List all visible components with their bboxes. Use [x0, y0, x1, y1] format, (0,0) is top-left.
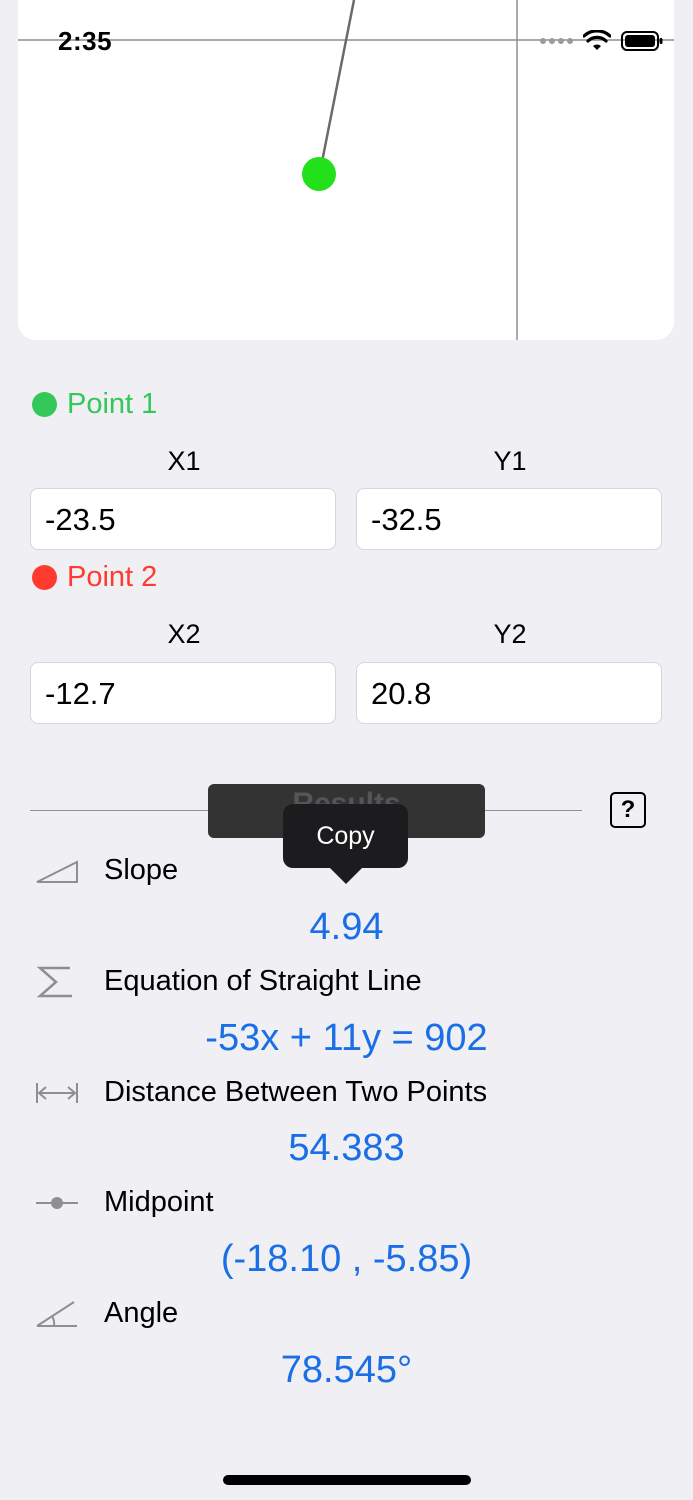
midpoint-icon — [36, 1197, 78, 1209]
midpoint-label: Midpoint — [104, 1186, 214, 1218]
equation-value[interactable]: -53x + 11y = 902 — [0, 1017, 693, 1060]
status-time: 2:35 — [58, 26, 113, 56]
angle-value[interactable]: 78.545° — [0, 1349, 693, 1392]
graph-point-1[interactable] — [302, 157, 336, 191]
distance-label: Distance Between Two Points — [104, 1076, 488, 1108]
equation-label: Equation of Straight Line — [104, 965, 422, 997]
distance-icon — [36, 1083, 78, 1103]
angle-icon — [36, 1301, 77, 1327]
wifi-icon — [583, 30, 611, 50]
midpoint-value[interactable]: (-18.10 , -5.85) — [0, 1238, 693, 1281]
copy-tooltip[interactable]: Copy — [283, 804, 408, 884]
slope-label: Slope — [104, 854, 179, 886]
point1-header: Point 1 — [32, 388, 157, 421]
x1-label: X1 — [167, 446, 201, 476]
y1-input[interactable]: -32.5 — [356, 488, 662, 550]
help-button[interactable]: ? — [610, 792, 646, 828]
sigma-icon — [36, 966, 72, 998]
x1-input[interactable]: -23.5 — [30, 488, 336, 550]
connecting-line — [318, 0, 356, 173]
point1-dot-icon — [32, 392, 57, 417]
x2-label: X2 — [167, 619, 201, 649]
y2-label: Y2 — [493, 619, 527, 649]
x2-input[interactable]: -12.7 — [30, 662, 336, 724]
distance-value[interactable]: 54.383 — [0, 1127, 693, 1170]
app-screen: 2:35 Point 1 X1 Y1 -23.5 -32.5 Point 2 X… — [0, 0, 693, 1500]
home-indicator[interactable] — [223, 1475, 471, 1485]
status-icons — [540, 30, 663, 52]
angle-label: Angle — [104, 1297, 179, 1329]
results-divider-right — [484, 810, 582, 811]
results-divider-left — [30, 810, 210, 811]
battery-icon — [621, 31, 663, 51]
y2-input[interactable]: 20.8 — [356, 662, 662, 724]
cellular-signal-icon — [540, 38, 573, 44]
point1-title: Point 1 — [67, 388, 158, 420]
point2-dot-icon — [32, 565, 57, 590]
slope-value[interactable]: 4.94 — [0, 906, 693, 949]
y1-label: Y1 — [493, 446, 527, 476]
point2-header: Point 2 — [32, 561, 157, 594]
point2-title: Point 2 — [67, 561, 158, 593]
slope-icon — [36, 860, 78, 883]
